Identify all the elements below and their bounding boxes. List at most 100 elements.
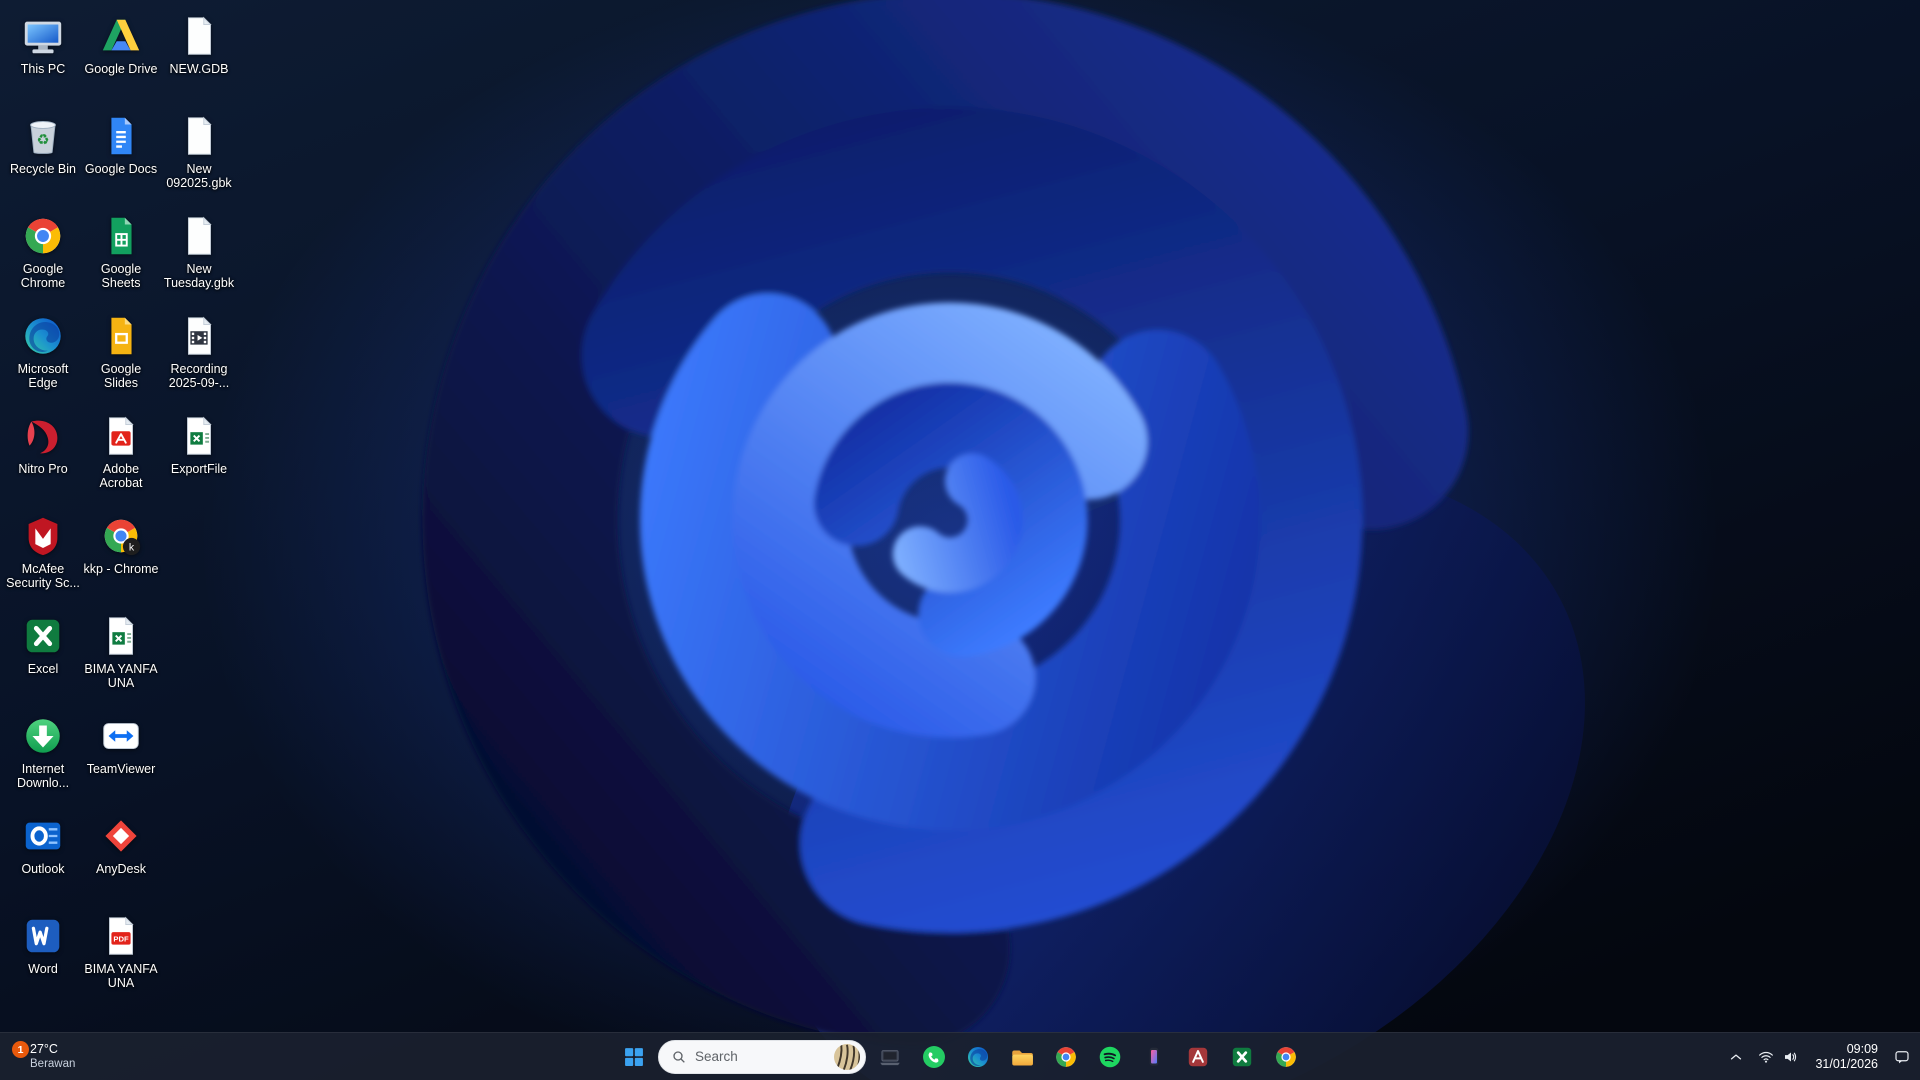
taskbar-center: Search xyxy=(614,1033,1306,1080)
anydesk-icon xyxy=(98,813,144,859)
desktop-icon-excel[interactable]: Excel xyxy=(4,606,82,706)
excel-icon xyxy=(1229,1044,1255,1070)
desktop-icon-exportfile[interactable]: ExportFile xyxy=(160,406,238,506)
mcafee-shield-icon xyxy=(20,513,66,559)
media-file-icon xyxy=(176,313,222,359)
outlook-icon xyxy=(20,813,66,859)
icon-label: Microsoft Edge xyxy=(5,362,81,390)
chrome-icon xyxy=(1273,1044,1299,1070)
icon-label: BIMA YANFA UNA xyxy=(83,662,159,690)
desktop-icon-google-slides[interactable]: Google Slides xyxy=(82,306,160,406)
whatsapp-icon xyxy=(921,1044,947,1070)
teamviewer-icon xyxy=(98,713,144,759)
icon-label: Google Slides xyxy=(83,362,159,390)
taskbar: 1 27°C Berawan Search xyxy=(0,1032,1920,1080)
desktop-icon-microsoft-edge[interactable]: Microsoft Edge xyxy=(4,306,82,406)
desktop-icon-idm[interactable]: Internet Downlo... xyxy=(4,706,82,806)
desktop-icon-google-sheets[interactable]: Google Sheets xyxy=(82,206,160,306)
search-box[interactable]: Search xyxy=(658,1040,866,1074)
icon-label: Google Chrome xyxy=(5,262,81,290)
desktop-icon-google-docs[interactable]: Google Docs xyxy=(82,106,160,206)
svg-text:♻: ♻ xyxy=(37,133,50,149)
clock[interactable]: 09:09 31/01/2026 xyxy=(1807,1042,1886,1072)
excel-file-icon xyxy=(98,613,144,659)
icon-label: Internet Downlo... xyxy=(5,762,81,790)
tray-overflow-button[interactable] xyxy=(1722,1037,1750,1077)
desktop-icon-this-pc[interactable]: This PC xyxy=(4,6,82,106)
taskbar-app-chrome[interactable] xyxy=(1046,1037,1086,1077)
desktop-icon-google-drive[interactable]: Google Drive xyxy=(82,6,160,106)
weather-temperature: 27°C xyxy=(30,1042,75,1057)
taskbar-app-whatsapp[interactable] xyxy=(914,1037,954,1077)
desktop-icon-new-tuesday-gbk[interactable]: New Tuesday.gbk xyxy=(160,206,238,306)
chevron-up-icon xyxy=(1727,1048,1745,1066)
taskbar-app-laptop[interactable] xyxy=(870,1037,910,1077)
taskbar-app-excel[interactable] xyxy=(1222,1037,1262,1077)
desktop-icon-bima-yanfa-una-pdf[interactable]: PDF BIMA YANFA UNA xyxy=(82,906,160,1006)
this-pc-icon xyxy=(20,13,66,59)
desktop-icon-word[interactable]: Word xyxy=(4,906,82,1006)
desktop-icon-new-092025-gbk[interactable]: New 092025.gbk xyxy=(160,106,238,206)
icon-label: Google Drive xyxy=(85,62,158,76)
tray-time: 09:09 xyxy=(1815,1042,1878,1057)
desktop-icon-google-chrome[interactable]: Google Chrome xyxy=(4,206,82,306)
notification-icon xyxy=(1893,1048,1911,1066)
desktop-icon-recycle-bin[interactable]: ♻ Recycle Bin xyxy=(4,106,82,206)
google-sheets-icon xyxy=(98,213,144,259)
start-button[interactable] xyxy=(614,1037,654,1077)
icon-label: BIMA YANFA UNA xyxy=(83,962,159,990)
search-icon xyxy=(671,1049,687,1065)
windows-start-icon xyxy=(621,1044,647,1070)
taskbar-app-chrome-secondary[interactable] xyxy=(1266,1037,1306,1077)
svg-text:k: k xyxy=(129,541,135,553)
weather-text: 27°C Berawan xyxy=(30,1042,75,1072)
idm-icon xyxy=(20,713,66,759)
desktop-icon-mcafee[interactable]: McAfee Security Sc... xyxy=(4,506,82,606)
excel-icon xyxy=(20,613,66,659)
desktop-icon-new-gdb[interactable]: NEW.GDB xyxy=(160,6,238,106)
icon-label: Adobe Acrobat xyxy=(83,462,159,490)
wifi-icon xyxy=(1757,1048,1775,1066)
desktop-icon-nitro-pro[interactable]: Nitro Pro xyxy=(4,406,82,506)
wallpaper-bloom xyxy=(0,0,1920,1080)
icon-label: New Tuesday.gbk xyxy=(161,262,237,290)
phone-link-icon xyxy=(1141,1044,1167,1070)
taskbar-app-file-explorer[interactable] xyxy=(1002,1037,1042,1077)
taskbar-app-access[interactable] xyxy=(1178,1037,1218,1077)
icon-label: Google Sheets xyxy=(83,262,159,290)
weather-widget[interactable]: 1 27°C Berawan xyxy=(4,1033,85,1080)
desktop-icon-outlook[interactable]: Outlook xyxy=(4,806,82,906)
desktop-icon-recording[interactable]: Recording 2025-09-... xyxy=(160,306,238,406)
word-icon xyxy=(20,913,66,959)
nitro-pro-icon xyxy=(20,413,66,459)
blank-file-icon xyxy=(176,113,222,159)
taskbar-app-edge[interactable] xyxy=(958,1037,998,1077)
system-tray: 09:09 31/01/2026 xyxy=(1722,1033,1916,1080)
access-icon xyxy=(1185,1044,1211,1070)
adobe-acrobat-icon xyxy=(98,413,144,459)
excel-file-icon xyxy=(176,413,222,459)
icon-label: Nitro Pro xyxy=(18,462,67,476)
desktop-surface[interactable]: This PC ♻ Recycle Bin Google Chrome xyxy=(4,6,238,1006)
quick-settings-button[interactable] xyxy=(1752,1037,1805,1077)
icon-label: ExportFile xyxy=(171,462,227,476)
desktop-icon-teamviewer[interactable]: TeamViewer xyxy=(82,706,160,806)
desktop-column-2: Google Drive Google Docs Google Sheets xyxy=(82,6,160,1006)
chrome-shortcut-icon: k xyxy=(98,513,144,559)
desktop-icon-adobe-acrobat[interactable]: Adobe Acrobat xyxy=(82,406,160,506)
google-slides-icon xyxy=(98,313,144,359)
notification-center-button[interactable] xyxy=(1888,1037,1916,1077)
desktop-icon-bima-yanfa-una-xls[interactable]: BIMA YANFA UNA xyxy=(82,606,160,706)
icon-label: Word xyxy=(28,962,58,976)
desktop-icon-anydesk[interactable]: AnyDesk xyxy=(82,806,160,906)
icon-label: McAfee Security Sc... xyxy=(5,562,81,590)
taskbar-app-spotify[interactable] xyxy=(1090,1037,1130,1077)
icon-label: Excel xyxy=(28,662,59,676)
desktop-icon-kkp-chrome[interactable]: k kkp - Chrome xyxy=(82,506,160,606)
icon-label: New 092025.gbk xyxy=(161,162,237,190)
icon-label: Google Docs xyxy=(85,162,157,176)
taskbar-app-phone-link[interactable] xyxy=(1134,1037,1174,1077)
icon-label: kkp - Chrome xyxy=(83,562,158,576)
edge-icon xyxy=(20,313,66,359)
desktop-column-1: This PC ♻ Recycle Bin Google Chrome xyxy=(4,6,82,1006)
